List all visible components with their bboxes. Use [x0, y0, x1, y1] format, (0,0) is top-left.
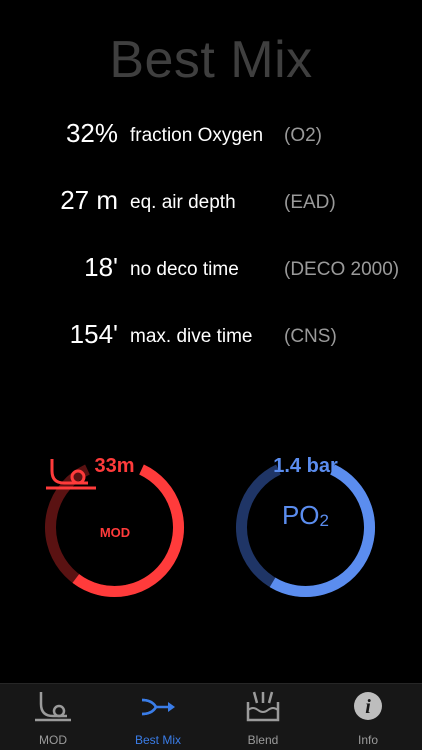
- tab-bar: MOD Best Mix Blend i Info: [0, 683, 422, 750]
- tab-info-label: Info: [357, 733, 378, 747]
- result-row-cns: 154' max. dive time (CNS): [0, 319, 422, 359]
- result-row-o2: 32% fraction Oxygen (O2): [0, 118, 422, 158]
- ead-description: eq. air depth: [130, 192, 236, 213]
- o2-value: 32%: [65, 118, 118, 148]
- deco-description: no deco time: [130, 259, 239, 280]
- svg-text:i: i: [365, 696, 371, 718]
- mod-dive-icon: [46, 459, 96, 490]
- best-mix-icon: [141, 698, 175, 716]
- tab-best-mix[interactable]: Best Mix: [116, 684, 200, 750]
- result-row-deco: 18' no deco time (DECO 2000): [0, 252, 422, 292]
- po2-gauge-label: PO2: [281, 500, 330, 530]
- tab-best-mix-label: Best Mix: [134, 733, 181, 747]
- cns-description: max. dive time: [130, 326, 253, 347]
- deco-value: 18': [84, 252, 118, 282]
- cns-abbreviation: (CNS): [284, 326, 337, 347]
- tab-blend[interactable]: Blend: [221, 684, 305, 750]
- ead-abbreviation: (EAD): [284, 192, 336, 213]
- mod-icon: [35, 692, 71, 722]
- deco-abbreviation: (DECO 2000): [284, 259, 400, 280]
- ead-value: 27 m: [60, 185, 118, 215]
- info-icon: i: [354, 692, 382, 720]
- o2-description: fraction Oxygen: [130, 125, 264, 146]
- po2-gauge-value: 1.4 bar: [273, 455, 338, 477]
- page-title: Best Mix: [109, 31, 313, 89]
- cns-value: 154': [69, 319, 118, 349]
- mod-gauge-label: MOD: [99, 525, 131, 540]
- tab-mod[interactable]: MOD: [11, 684, 95, 750]
- mod-gauge[interactable]: 33m MOD: [42, 455, 187, 600]
- tab-info[interactable]: i Info: [326, 684, 410, 750]
- tab-blend-label: Blend: [247, 733, 279, 747]
- tab-mod-label: MOD: [39, 733, 67, 747]
- blend-icon: [246, 691, 280, 722]
- result-row-ead: 27 m eq. air depth (EAD): [0, 185, 422, 225]
- po2-gauge[interactable]: 1.4 bar PO2: [233, 455, 378, 600]
- o2-abbreviation: (O2): [284, 125, 322, 146]
